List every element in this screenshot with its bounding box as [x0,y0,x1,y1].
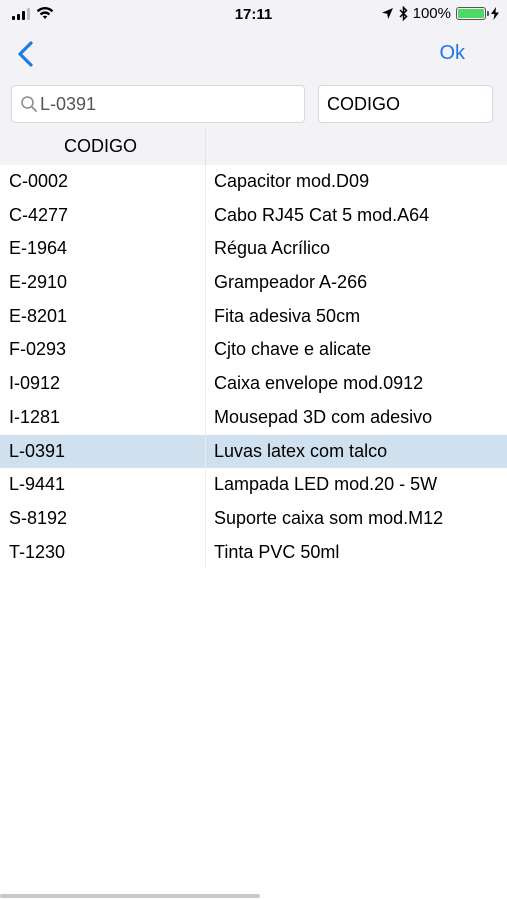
row-description: Suporte caixa som mod.M12 [205,501,507,536]
table-row[interactable]: E-2910 Grampeador A-266 [0,266,507,300]
row-description: Mousepad 3D com adesivo [205,400,507,435]
row-description: Capacitor mod.D09 [205,165,507,199]
row-code: E-2910 [9,272,68,293]
row-code: I-0912 [9,373,61,394]
nav-bar: Ok [0,30,507,78]
column-header-description[interactable] [205,128,507,165]
row-description: Grampeador A-266 [205,266,507,300]
home-indicator [0,894,260,898]
row-description: Luvas latex com talco [205,434,507,469]
row-code: C-0002 [9,171,69,191]
row-code: L-9441 [9,474,66,495]
table-row[interactable]: C-4277 Cabo RJ45 Cat 5 mod.A64 [0,198,507,233]
battery-percent: 100% [412,5,451,22]
table-row[interactable]: I-0912 Caixa envelope mod.0912 [0,367,507,401]
bluetooth-icon [399,6,408,21]
row-code: T-1230 [9,541,66,562]
row-code: S-8192 [9,507,68,528]
table-body: C-0002 Capacitor mod.D09 C-4277 Cabo RJ4… [0,165,507,570]
row-description: Cjto chave e alicate [205,333,507,368]
row-description: Cabo RJ45 Cat 5 mod.A64 [205,198,507,233]
row-description: Fita adesiva 50cm [205,299,507,334]
row-code: L-0391 [9,440,66,461]
charging-icon [491,7,499,20]
table-header: CODIGO [0,128,507,165]
row-description: Caixa envelope mod.0912 [205,367,507,401]
row-description: Lampada LED mod.20 - 5W [205,468,507,502]
row-description: Tinta PVC 50ml [205,535,507,570]
status-right: 100% [381,5,499,22]
row-code: E-8201 [9,305,68,326]
back-button[interactable] [12,38,44,70]
ok-button[interactable]: Ok [439,42,465,65]
row-code: I-1281 [9,406,61,427]
chevron-left-icon [18,41,33,67]
table-row-selected[interactable]: L-0391 Luvas latex com talco [0,434,507,469]
row-code: C-4277 [9,204,69,225]
row-code: E-1964 [9,238,68,259]
location-icon [381,8,393,19]
table-row[interactable]: L-9441 Lampada LED mod.20 - 5W [0,468,507,502]
battery-level [458,9,484,18]
table-row[interactable]: F-0293 Cjto chave e alicate [0,333,507,368]
table-row[interactable]: E-1964 Régua Acrílico [0,232,507,267]
results-table: CODIGO C-0002 Capacitor mod.D09 C-4277 C… [0,128,507,570]
row-code: F-0293 [9,339,67,360]
search-row: CODIGO [0,78,507,128]
table-row[interactable]: I-1281 Mousepad 3D com adesivo [0,400,507,435]
table-row[interactable]: C-0002 Capacitor mod.D09 [0,165,507,199]
search-box[interactable] [11,85,305,123]
battery-icon [456,7,489,20]
status-bar: 17:11 100% [0,0,507,30]
table-row[interactable]: T-1230 Tinta PVC 50ml [0,535,507,570]
column-header-code[interactable]: CODIGO [0,128,205,165]
search-input[interactable] [38,93,290,115]
search-field-select[interactable]: CODIGO [318,85,493,123]
row-description: Régua Acrílico [205,232,507,267]
table-row[interactable]: S-8192 Suporte caixa som mod.M12 [0,501,507,536]
table-row[interactable]: E-8201 Fita adesiva 50cm [0,299,507,334]
search-icon [21,96,37,112]
